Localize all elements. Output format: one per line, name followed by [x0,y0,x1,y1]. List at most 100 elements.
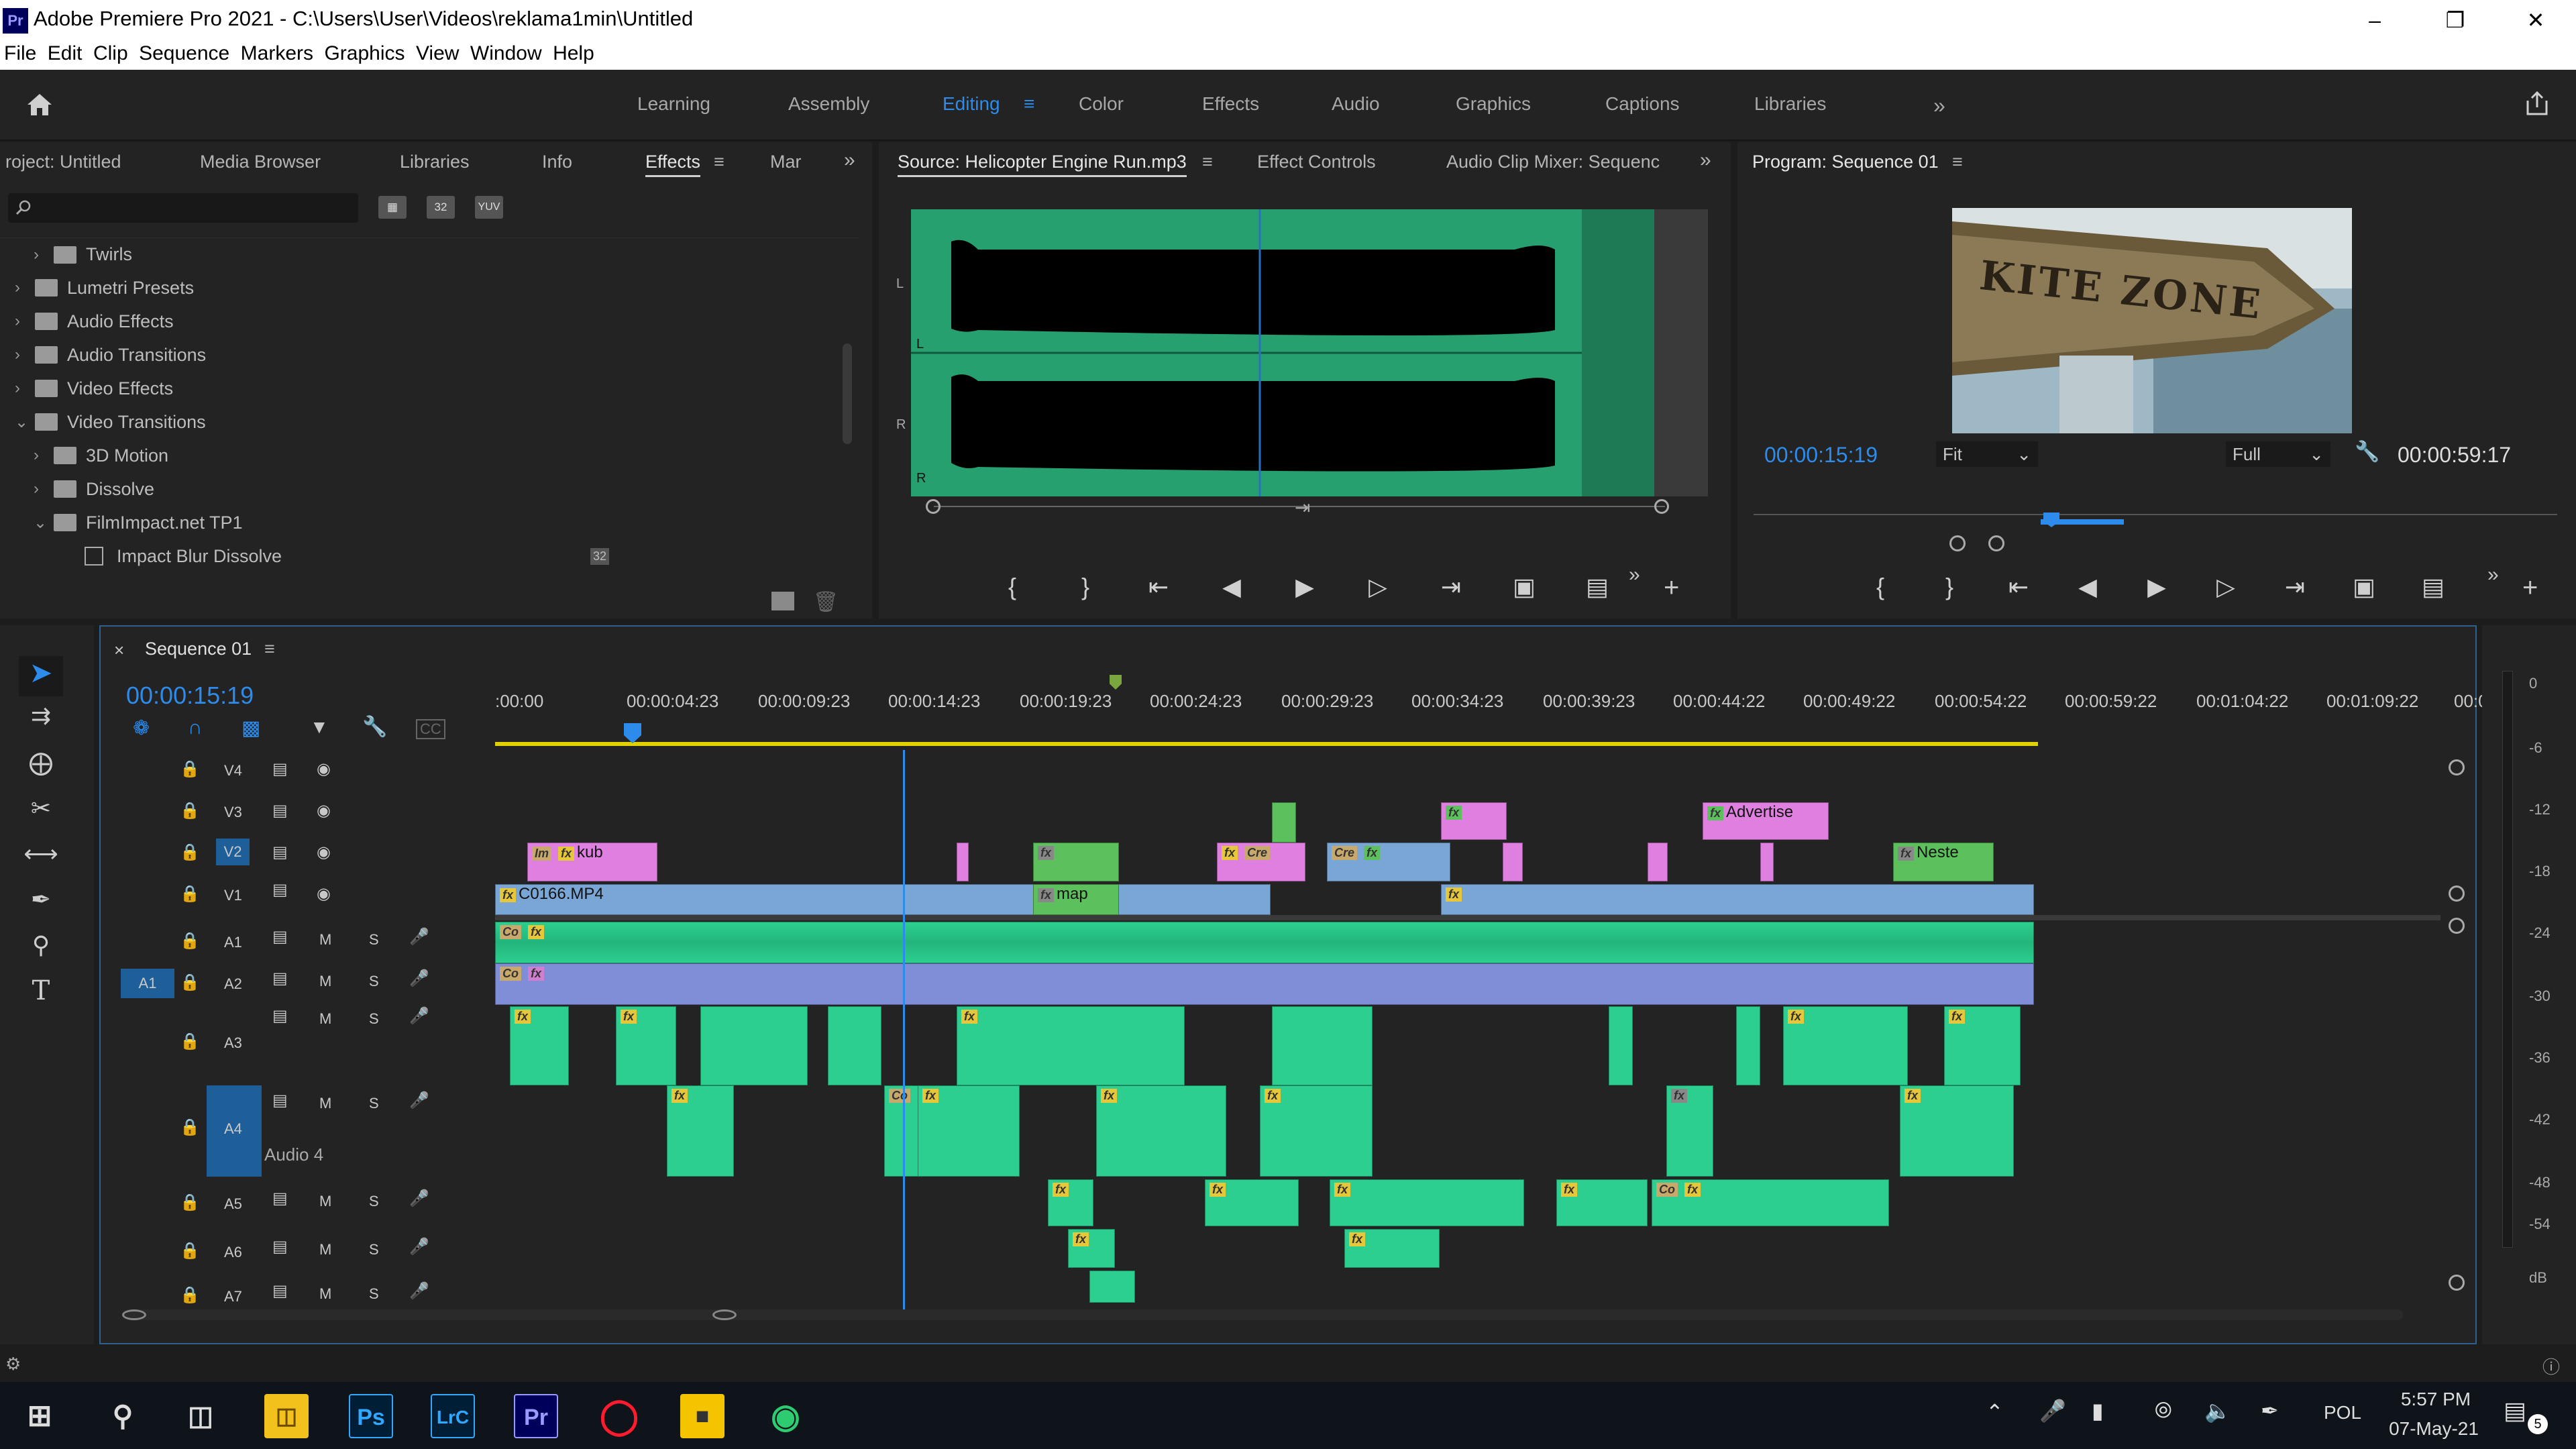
tree-item-impact-blur-dissolve[interactable]: Impact Blur Dissolve 32 [0,539,859,573]
notifications-icon[interactable]: ▤ [2504,1397,2526,1425]
lock-icon[interactable]: 🔒 [180,843,200,862]
sync-lock-icon[interactable]: ▤ [272,1189,288,1208]
audio-clip[interactable] [1272,1006,1373,1085]
audio-clip[interactable]: fx [1260,1085,1373,1177]
video-clip-map[interactable]: fx map [1033,884,1119,915]
scroll-handle-left[interactable] [122,1309,146,1320]
source-patch-a1[interactable]: A1 [121,969,174,998]
sync-lock-icon[interactable]: ▤ [272,969,288,988]
workspace-color[interactable]: Color [1079,93,1124,115]
photoshop-icon[interactable]: Ps [349,1394,393,1438]
video-clip[interactable]: fx [1033,843,1119,881]
menu-markers[interactable]: Markers [241,40,313,67]
audio-clip[interactable]: fx [1205,1179,1299,1226]
video-clip[interactable] [1648,843,1668,881]
close-button[interactable]: ✕ [2496,1,2576,39]
file-explorer-icon[interactable]: ◫ [264,1394,309,1438]
solo-button[interactable]: S [369,1095,379,1112]
edge-icon[interactable]: ◉ [763,1394,808,1438]
accelerated-effects-icon[interactable]: ▦ [378,196,407,219]
sticky-notes-icon[interactable]: ■ [680,1394,724,1438]
captions-icon[interactable]: CC [416,719,445,739]
tree-item-audio-transitions[interactable]: › Audio Transitions [0,338,859,372]
drag-audio-icon[interactable]: ⇥ [1295,496,1310,519]
audio-clip[interactable]: fx [1666,1085,1713,1177]
nest-toggle-icon[interactable]: ❁ [133,716,150,740]
sync-lock-icon[interactable]: ▤ [272,1091,288,1110]
tab-source[interactable]: Source: Helicopter Engine Run.mp3 [898,152,1187,177]
solo-button[interactable]: S [369,973,379,990]
microphone-icon[interactable]: 🎤 [409,1006,429,1026]
home-icon[interactable] [24,89,55,119]
tree-item-twirls[interactable]: › Twirls [0,237,859,271]
lock-icon[interactable]: 🔒 [180,1193,200,1212]
tab-libraries[interactable]: Libraries [400,152,470,172]
microphone-icon[interactable]: 🎤 [409,927,429,947]
audio-clip[interactable] [1609,1006,1633,1085]
audio-clip[interactable]: fx [510,1006,569,1085]
audio-clip[interactable]: fx [1556,1179,1648,1226]
quality-dropdown[interactable]: Full ⌄ [2226,441,2330,467]
overwrite-icon[interactable]: ▤ [1577,573,1617,606]
workspace-graphics[interactable]: Graphics [1456,93,1531,115]
program-menu-icon[interactable]: ≡ [1952,152,1963,172]
effects-scrollbar[interactable] [843,343,852,444]
menu-help[interactable]: Help [553,40,594,67]
workspace-captions[interactable]: Captions [1605,93,1680,115]
video-clip[interactable]: Cre fx [1327,843,1450,881]
mute-button[interactable]: M [319,1095,331,1112]
sync-lock-icon[interactable]: ▤ [272,927,288,947]
solo-button[interactable]: S [369,1010,379,1028]
solo-button[interactable]: S [369,1193,379,1210]
show-hidden-icons[interactable]: ⌃ [1986,1399,2004,1425]
tab-info[interactable]: Info [542,152,572,172]
playhead-line[interactable] [903,750,905,1311]
video-clip[interactable] [1760,843,1774,881]
mark-in-icon[interactable]: { [992,573,1032,606]
track-name[interactable]: V2 [216,839,250,865]
video-clip-kub[interactable]: Im fx kub [527,843,657,881]
delete-icon[interactable]: 🗑 [813,590,839,614]
effects-menu-icon[interactable]: ≡ [714,152,724,172]
tab-media-browser[interactable]: Media Browser [200,152,321,172]
close-sequence-icon[interactable]: × [114,640,124,661]
menu-clip[interactable]: Clip [93,40,128,67]
mute-button[interactable]: M [319,1241,331,1258]
menu-window[interactable]: Window [470,40,542,67]
search-icon[interactable]: ⚲ [101,1394,145,1438]
audio-clip[interactable]: Co fx [495,963,2034,1005]
video-clip[interactable]: fx [1441,802,1507,840]
lock-icon[interactable]: 🔒 [180,931,200,951]
video-clip[interactable]: fx Cre [1217,843,1305,881]
menu-graphics[interactable]: Graphics [324,40,405,67]
microphone-icon[interactable]: 🎤 [2039,1398,2066,1424]
sequence-menu-icon[interactable]: ≡ [264,639,275,659]
step-back-icon[interactable]: ◀ [2068,573,2108,606]
workspace-audio[interactable]: Audio [1332,93,1380,115]
mute-button[interactable]: M [319,1193,331,1210]
eye-icon[interactable]: ◉ [317,801,331,820]
workspace-effects[interactable]: Effects [1202,93,1259,115]
go-to-in-icon[interactable]: ⇤ [1998,573,2039,606]
info-icon[interactable]: ⓘ [2542,1354,2560,1379]
audio-clip[interactable]: fx [1068,1229,1115,1268]
lock-icon[interactable]: 🔒 [180,1032,200,1051]
workspace-menu-icon[interactable]: ≡ [1024,93,1034,115]
more-workspaces-icon[interactable]: » [1933,93,1945,118]
pen-icon[interactable]: ✒ [2261,1398,2279,1424]
volume-icon[interactable]: 🔈 [2204,1398,2231,1424]
sequence-tab[interactable]: Sequence 01 [145,639,252,659]
tree-item-lumetri-presets[interactable]: › Lumetri Presets [0,271,859,305]
more-tabs-icon[interactable]: » [844,149,855,172]
tree-item-video-effects[interactable]: › Video Effects [0,372,859,405]
menu-view[interactable]: View [416,40,459,67]
lift-icon[interactable]: ▣ [2344,573,2384,606]
extract-icon[interactable]: ▤ [2413,573,2453,606]
lock-icon[interactable]: 🔒 [180,801,200,820]
microphone-icon[interactable]: 🎤 [409,1281,429,1301]
sync-lock-icon[interactable]: ▤ [272,1237,288,1256]
type-tool-icon[interactable]: T [19,975,63,1016]
audio-clip[interactable]: fx [1344,1229,1440,1268]
playhead-handle[interactable] [624,723,641,743]
sync-lock-icon[interactable]: ▤ [272,759,288,779]
